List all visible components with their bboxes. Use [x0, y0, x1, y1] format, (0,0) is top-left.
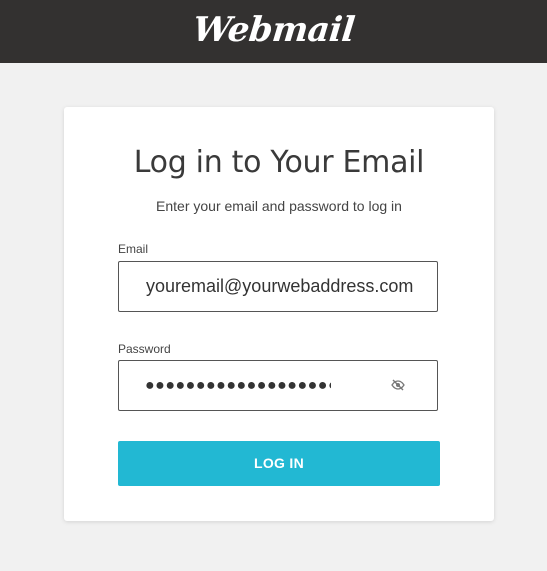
email-label: Email	[118, 242, 149, 256]
webmail-logo: Webmail	[190, 9, 357, 50]
email-field[interactable]: youremail@yourwebaddress.com	[118, 261, 438, 312]
login-button[interactable]: LOG IN	[118, 441, 440, 486]
top-bar: Webmail	[0, 0, 547, 63]
eye-slash-icon[interactable]	[391, 378, 405, 392]
email-value[interactable]: youremail@yourwebaddress.com	[146, 262, 413, 311]
page-title: Log in to Your Email	[133, 145, 425, 180]
password-field[interactable]: ●●●●●●●●●●●●●●●●●●●	[118, 360, 438, 411]
login-card: Log in to Your Email Enter your email an…	[64, 107, 494, 521]
page-subtitle: Enter your email and password to log in	[156, 198, 402, 214]
password-label: Password	[118, 342, 171, 356]
password-value[interactable]: ●●●●●●●●●●●●●●●●●●●	[145, 361, 331, 410]
